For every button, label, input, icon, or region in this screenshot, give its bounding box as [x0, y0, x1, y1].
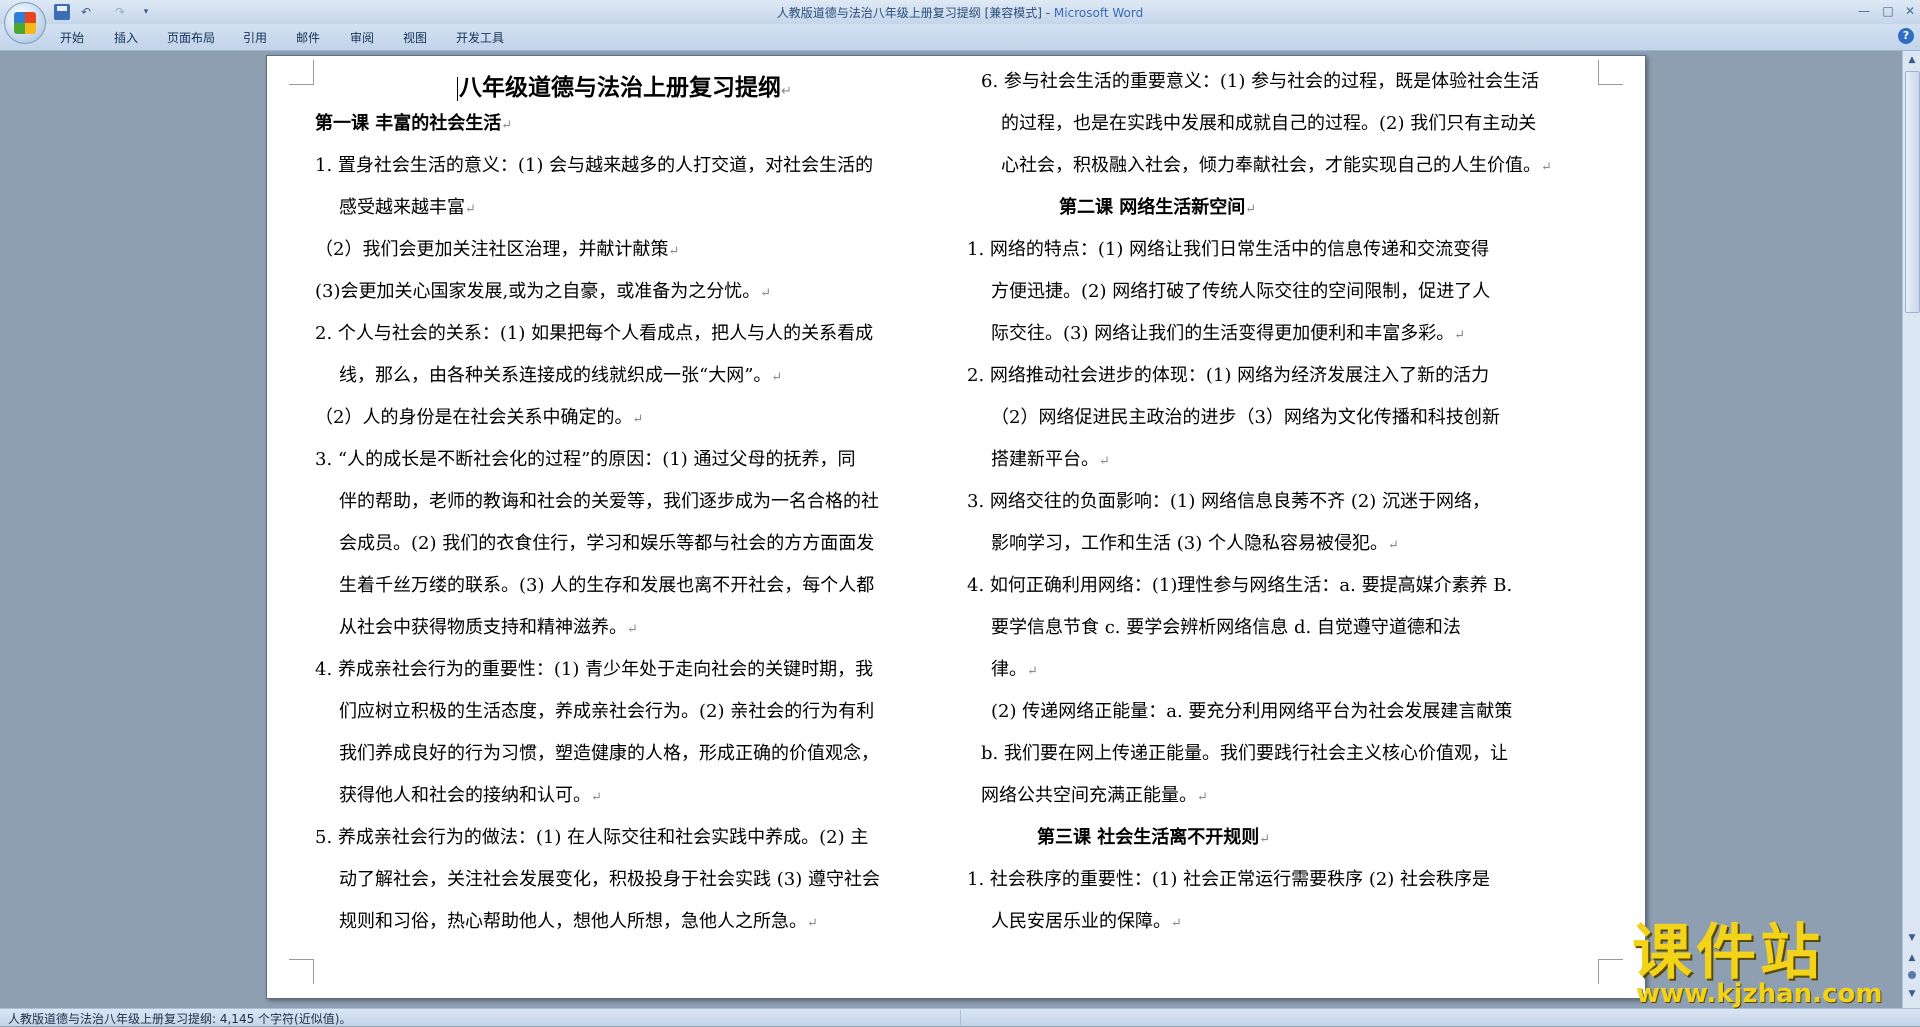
text-line: 4. 如何正确利用网络：(1)理性参与网络生活：a. 要提高媒介素养 B. [967, 575, 1513, 596]
watermark: 课件站 www.kjzhan.com [1632, 918, 1904, 1009]
office-logo-icon [14, 12, 36, 34]
text-line: 5. 养成亲社会行为的做法：(1) 在人际交往和社会实践中养成。(2) 主 [315, 827, 869, 848]
text-line: 心社会，积极融入社会，倾力奉献社会，才能实现自己的人生价值。↵ [1001, 155, 1552, 176]
text-line: 3. “人的成长是不断社会化的过程”的原因：(1) 通过父母的抚养，同 [315, 449, 856, 470]
select-browse-object-icon[interactable] [1908, 971, 1916, 979]
window-title: 人教版道德与法治八年级上册复习提纲 [兼容模式] - Microsoft Wor… [0, 4, 1920, 21]
status-divider [960, 1010, 961, 1025]
margin-corner-mark [1598, 959, 1623, 984]
text-line: (3)会更加关心国家发展,或为之自豪，或准备为之分忧。↵ [315, 281, 772, 302]
office-button[interactable] [4, 2, 46, 44]
scroll-up-icon[interactable]: ▲ [1905, 53, 1919, 67]
previous-page-icon[interactable]: ▲ [1905, 951, 1919, 965]
text-line: 搭建新平台。↵ [991, 449, 1110, 470]
text-cursor [457, 76, 458, 101]
text-line: 律。↵ [991, 659, 1038, 680]
tab-review[interactable]: 审阅 [350, 29, 374, 46]
word-count-status[interactable]: 人教版道德与法治八年级上册复习提纲: 4,145 个字符(近似值)。 [8, 1010, 351, 1027]
text-line: 生着千丝万缕的联系。(3) 人的生存和发展也离不开社会，每个人都 [339, 575, 875, 596]
text-line: 1. 网络的特点：(1) 网络让我们日常生活中的信息传递和交流变得 [967, 239, 1490, 260]
status-bar: 人教版道德与法治八年级上册复习提纲: 4,145 个字符(近似值)。 [0, 1008, 1920, 1026]
text-line: 际交往。(3) 网络让我们的生活变得更加便利和丰富多彩。↵ [991, 323, 1466, 344]
text-line: 6. 参与社会生活的重要意义：(1) 参与社会的过程，既是体验社会生活 [981, 71, 1540, 92]
document-area: 八年级道德与法治上册复习提纲↵ 第一课 丰富的社会生活↵ 1. 置身社会生活的意… [0, 51, 1902, 1008]
margin-corner-mark [289, 959, 314, 984]
text-line: 动了解社会，关注社会发展变化，积极投身于社会实践 (3) 遵守社会 [339, 869, 880, 890]
text-line: 获得他人和社会的接纳和认可。↵ [339, 785, 602, 806]
tab-view[interactable]: 视图 [403, 29, 427, 46]
text-line: 1. 置身社会生活的意义：(1) 会与越来越多的人打交道，对社会生活的 [315, 155, 874, 176]
document-title: 八年级道德与法治上册复习提纲↵ [457, 75, 792, 101]
text-line: 2. 个人与社会的关系：(1) 如果把每个人看成点，把人与人的关系看成 [315, 323, 874, 344]
text-line: （2）人的身份是在社会关系中确定的。↵ [315, 407, 644, 428]
title-bar: ↶ ↷ ▾ 人教版道德与法治八年级上册复习提纲 [兼容模式] - Microso… [0, 0, 1920, 44]
text-line: （2）网络促进民主政治的进步（3）网络为文化传播和科技创新 [991, 407, 1500, 428]
tab-mailings[interactable]: 邮件 [296, 29, 320, 46]
text-line: （2）我们会更加关注社区治理，并献计献策↵ [315, 239, 680, 260]
text-line: 3. 网络交往的负面影响：(1) 网络信息良莠不齐 (2) 沉迷于网络， [967, 491, 1491, 512]
text-line: 要学信息节食 c. 要学会辨析网络信息 d. 自觉遵守道德和法 [991, 617, 1461, 638]
text-line: 网络公共空间充满正能量。↵ [981, 785, 1208, 806]
text-line: 2. 网络推动社会进步的体现：(1) 网络为经济发展注入了新的活力 [967, 365, 1490, 386]
lesson-heading: 第二课 网络生活新空间↵ [1059, 197, 1257, 218]
margin-corner-mark [289, 60, 314, 85]
text-line: 伴的帮助，老师的教诲和社会的关爱等，我们逐步成为一名合格的社 [339, 491, 879, 512]
document-page[interactable]: 八年级道德与法治上册复习提纲↵ 第一课 丰富的社会生活↵ 1. 置身社会生活的意… [266, 55, 1646, 999]
text-line: 会成员。(2) 我们的衣食住行，学习和娱乐等都与社会的方方面面发 [339, 533, 875, 554]
app-name: Microsoft Word [1053, 6, 1144, 20]
next-page-icon[interactable]: ▼ [1905, 987, 1919, 1001]
tab-home[interactable]: 开始 [60, 29, 84, 46]
text-line: 方便迅捷。(2) 网络打破了传统人际交往的空间限制，促进了人 [991, 281, 1491, 302]
text-line: (2) 传递网络正能量：a. 要充分利用网络平台为社会发展建言献策 [991, 701, 1513, 722]
text-line: 从社会中获得物质支持和精神滋养。↵ [339, 617, 638, 638]
text-line: 1. 社会秩序的重要性：(1) 社会正常运行需要秩序 (2) 社会秩序是 [967, 869, 1491, 890]
lesson-heading: 第三课 社会生活离不开规则↵ [1037, 827, 1271, 848]
text-line: 的过程，也是在实践中发展和成就自己的过程。(2) 我们只有主动关 [1001, 113, 1537, 134]
minimize-button[interactable]: — [1852, 2, 1876, 20]
help-icon[interactable]: ? [1898, 28, 1914, 44]
scroll-thumb[interactable] [1905, 71, 1920, 313]
tab-insert[interactable]: 插入 [114, 29, 138, 46]
tab-developer[interactable]: 开发工具 [456, 29, 504, 46]
text-line: 线，那么，由各种关系连接成的线就织成一张“大网”。↵ [339, 365, 783, 386]
margin-corner-mark [1598, 60, 1623, 85]
text-line: 我们养成良好的行为习惯，塑造健康的人格，形成正确的价值观念， [339, 743, 879, 764]
tab-references[interactable]: 引用 [243, 29, 267, 46]
document-name: 人教版道德与法治八年级上册复习提纲 [兼容模式] - [776, 6, 1054, 20]
tab-page-layout[interactable]: 页面布局 [167, 29, 215, 46]
text-line: 们应树立积极的生活态度，养成亲社会行为。(2) 亲社会的行为有利 [339, 701, 875, 722]
text-line: 4. 养成亲社会行为的重要性：(1) 青少年处于走向社会的关键时期，我 [315, 659, 874, 680]
lesson-heading: 第一课 丰富的社会生活↵ [315, 113, 513, 134]
close-button[interactable]: ✕ [1898, 2, 1920, 20]
text-line: 人民安居乐业的保障。↵ [991, 911, 1182, 932]
maximize-button[interactable]: □ [1876, 2, 1900, 20]
scroll-down-icon[interactable]: ▼ [1905, 931, 1919, 945]
text-line: 规则和习俗，热心帮助他人，想他人所想，急他人之所急。↵ [339, 911, 818, 932]
text-line: 影响学习，工作和生活 (3) 个人隐私容易被侵犯。↵ [991, 533, 1399, 554]
watermark-url: www.kjzhan.com [1636, 979, 1883, 1009]
vertical-scrollbar[interactable]: ▲ ▼ ▲ ▼ [1902, 51, 1920, 1008]
ribbon-tab-bar: 开始 插入 页面布局 引用 邮件 审阅 视图 开发工具 ? [0, 24, 1920, 51]
watermark-title: 课件站 [1632, 918, 1824, 988]
text-line: 感受越来越丰富↵ [339, 197, 476, 218]
text-line: b. 我们要在网上传递正能量。我们要践行社会主义核心价值观，让 [981, 743, 1508, 764]
